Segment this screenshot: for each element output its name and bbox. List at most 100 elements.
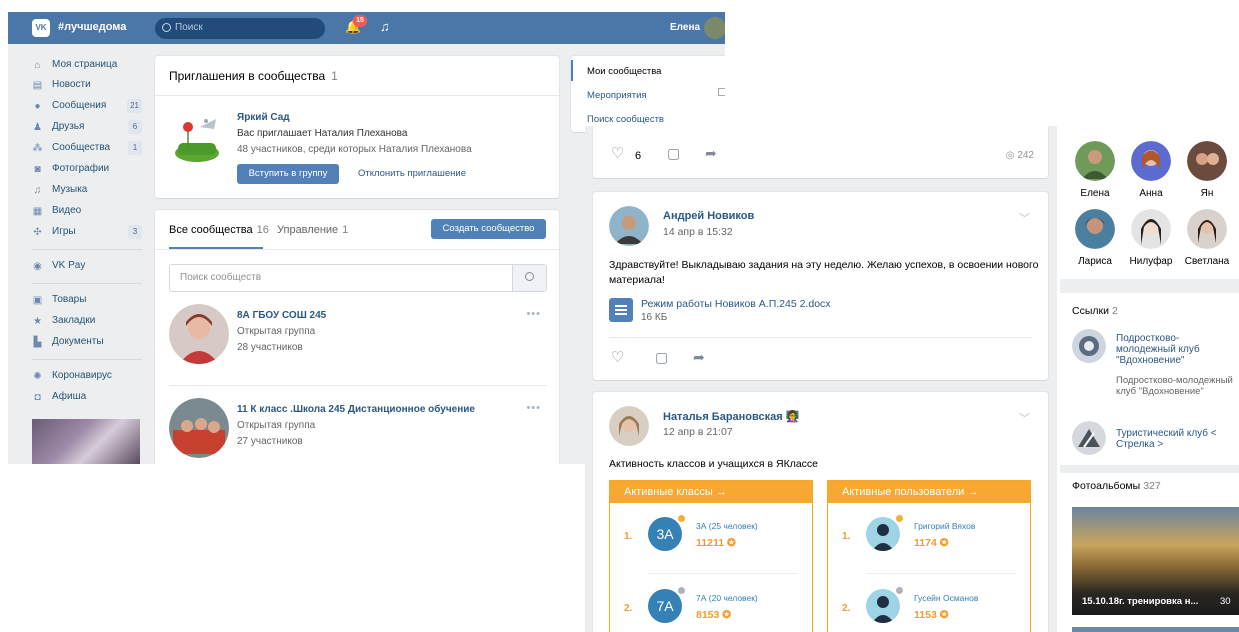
link-avatar[interactable]: [1072, 329, 1106, 363]
tab-manage[interactable]: Управление 1: [277, 224, 348, 236]
nav-item-afisha[interactable]: ◘ Афиша: [32, 389, 142, 407]
create-community-button[interactable]: Создать сообщество: [431, 219, 546, 239]
nav-item-photos[interactable]: ◙ Фотографии: [32, 161, 142, 179]
ad-banner[interactable]: [32, 419, 140, 464]
friend-name[interactable]: Нилуфар: [1126, 256, 1176, 267]
list-item[interactable]: 8А ГБОУ СОШ 245 Открытая группа 28 участ…: [169, 304, 547, 380]
link-name[interactable]: Подростково-молодежный клуб "Вдохновение…: [1116, 333, 1234, 366]
invites-count: 1: [331, 69, 338, 83]
nav-item-games[interactable]: ✣ Игры 3: [32, 224, 142, 242]
group-name[interactable]: 11 К класс .Школа 245 Дистанционное обуч…: [237, 404, 475, 415]
album-caption[interactable]: 15.10.18г. тренировка н...: [1082, 596, 1198, 607]
nav-item-bookmarks[interactable]: ★ Закладки: [32, 313, 142, 331]
chevron-down-icon[interactable]: ﹀: [1019, 410, 1030, 426]
friend-item[interactable]: Нилуфар: [1126, 209, 1176, 267]
post-author[interactable]: Андрей Новиков: [663, 210, 754, 222]
tab-all-communities[interactable]: Все сообщества 16: [169, 224, 269, 236]
nav-item-friends[interactable]: ♟ Друзья 6: [32, 119, 142, 137]
decline-invite-link[interactable]: Отклонить приглашение: [358, 168, 466, 179]
search-input[interactable]: Поиск: [155, 18, 325, 39]
comment-icon[interactable]: ▢: [667, 145, 680, 162]
group-image[interactable]: [172, 113, 222, 163]
avatar[interactable]: [1187, 141, 1227, 181]
music-icon: ♫: [33, 185, 42, 196]
comment-icon[interactable]: ▢: [655, 349, 668, 366]
nav-item-music[interactable]: ♫ Музыка: [32, 182, 142, 200]
avatar[interactable]: [1075, 209, 1115, 249]
divider: [155, 95, 559, 96]
search-placeholder: Поиск сообществ: [180, 272, 262, 283]
author-avatar[interactable]: [609, 406, 649, 446]
community-search-input[interactable]: Поиск сообществ: [169, 264, 547, 292]
friend-item[interactable]: Елена: [1070, 141, 1120, 199]
nav-item-my-page[interactable]: ⌂ Моя страница: [32, 57, 142, 75]
community-hashtag[interactable]: #лучшедома: [58, 21, 126, 33]
group-name[interactable]: 8А ГБОУ СОШ 245: [237, 310, 326, 321]
class-name[interactable]: 3А (25 человек): [696, 521, 758, 531]
avatar[interactable]: [1131, 209, 1171, 249]
active-users-panel[interactable]: Активные пользователи → 1. Григорий Вяхо…: [827, 480, 1031, 632]
share-icon[interactable]: ➦: [705, 145, 717, 162]
menu-item-search-communities[interactable]: Поиск сообществ: [587, 114, 664, 125]
more-icon[interactable]: •••: [526, 402, 541, 414]
friend-name[interactable]: Светлана: [1182, 256, 1232, 267]
nav-item-vkpay[interactable]: ◉ VK Pay: [32, 258, 142, 276]
nav-item-news[interactable]: ▤ Новости: [32, 77, 142, 95]
invite-group-name[interactable]: Яркий Сад: [237, 112, 290, 123]
nav-item-shop[interactable]: ▣ Товары: [32, 292, 142, 310]
friend-item[interactable]: Светлана: [1182, 209, 1232, 267]
user-name[interactable]: Григорий Вяхов: [914, 521, 975, 531]
link-name[interactable]: Туристический клуб < Стрелка >: [1116, 428, 1234, 450]
post-date[interactable]: 12 апр в 21:07: [663, 426, 733, 438]
links-title[interactable]: Ссылки 2: [1072, 305, 1118, 317]
friend-name[interactable]: Ян: [1182, 188, 1232, 199]
user-name[interactable]: Елена: [670, 22, 700, 33]
music-icon[interactable]: ♫: [380, 19, 390, 34]
menu-item-my-communities[interactable]: Мои сообщества: [587, 66, 661, 77]
heart-icon[interactable]: ♡: [611, 348, 624, 366]
albums-title[interactable]: Фотоальбомы 327: [1072, 480, 1161, 492]
friend-item[interactable]: Ян: [1182, 141, 1232, 199]
share-icon[interactable]: ➦: [693, 349, 705, 366]
link-avatar[interactable]: [1072, 421, 1106, 455]
class-name[interactable]: 7А (20 человек): [696, 593, 758, 603]
panel-header[interactable]: Активные классы →: [610, 481, 812, 503]
friend-name[interactable]: Анна: [1126, 188, 1176, 199]
post-date[interactable]: 14 апр в 15:32: [663, 226, 733, 238]
heart-icon[interactable]: ♡: [611, 144, 624, 162]
avatar[interactable]: [704, 17, 725, 39]
friend-item[interactable]: Лариса: [1070, 209, 1120, 267]
calendar-icon[interactable]: [718, 88, 725, 96]
post-text: Здравствуйте! Выкладываю задания на эту …: [609, 259, 1039, 286]
album-cover[interactable]: [1072, 627, 1239, 632]
group-avatar[interactable]: [169, 398, 229, 458]
friend-item[interactable]: Анна: [1126, 141, 1176, 199]
post-author[interactable]: Наталья Барановская 👩‍🏫: [663, 410, 799, 423]
nav-item-documents[interactable]: ▙ Документы: [32, 334, 142, 352]
nav-item-communities[interactable]: ⁂ Сообщества 1: [32, 140, 142, 158]
panel-header[interactable]: Активные пользователи →: [828, 481, 1030, 503]
friend-name[interactable]: Лариса: [1070, 256, 1120, 267]
active-classes-panel[interactable]: Активные классы → 1. 3А 3А (25 человек) …: [609, 480, 813, 632]
nav-item-coronavirus[interactable]: ✺ Коронавирус: [32, 368, 142, 386]
user-name[interactable]: Гусейн Османов: [914, 593, 978, 603]
author-avatar[interactable]: [609, 206, 649, 246]
list-item[interactable]: 11 К класс .Школа 245 Дистанционное обуч…: [169, 398, 547, 464]
menu-item-events[interactable]: Мероприятия: [587, 90, 647, 101]
attachment-name[interactable]: Режим работы Новиков А.П.245 2.docx: [641, 298, 831, 310]
friend-name[interactable]: Елена: [1070, 188, 1120, 199]
vk-logo[interactable]: VK: [32, 19, 50, 37]
avatar[interactable]: [1131, 141, 1171, 181]
list-item: 1. 3А 3А (25 человек) 11211 ✪: [610, 509, 812, 569]
search-button[interactable]: [512, 265, 546, 291]
join-group-button[interactable]: Вступить в группу: [237, 164, 339, 184]
chevron-down-icon[interactable]: ﹀: [1019, 210, 1030, 226]
group-avatar[interactable]: [169, 304, 229, 364]
avatar[interactable]: [1187, 209, 1227, 249]
nav-item-video[interactable]: ▦ Видео: [32, 203, 142, 221]
more-icon[interactable]: •••: [526, 308, 541, 320]
document-icon[interactable]: [609, 298, 633, 322]
nav-item-messages[interactable]: ● Сообщения 21: [32, 98, 142, 116]
nav-label: Документы: [52, 336, 104, 347]
avatar[interactable]: [1075, 141, 1115, 181]
